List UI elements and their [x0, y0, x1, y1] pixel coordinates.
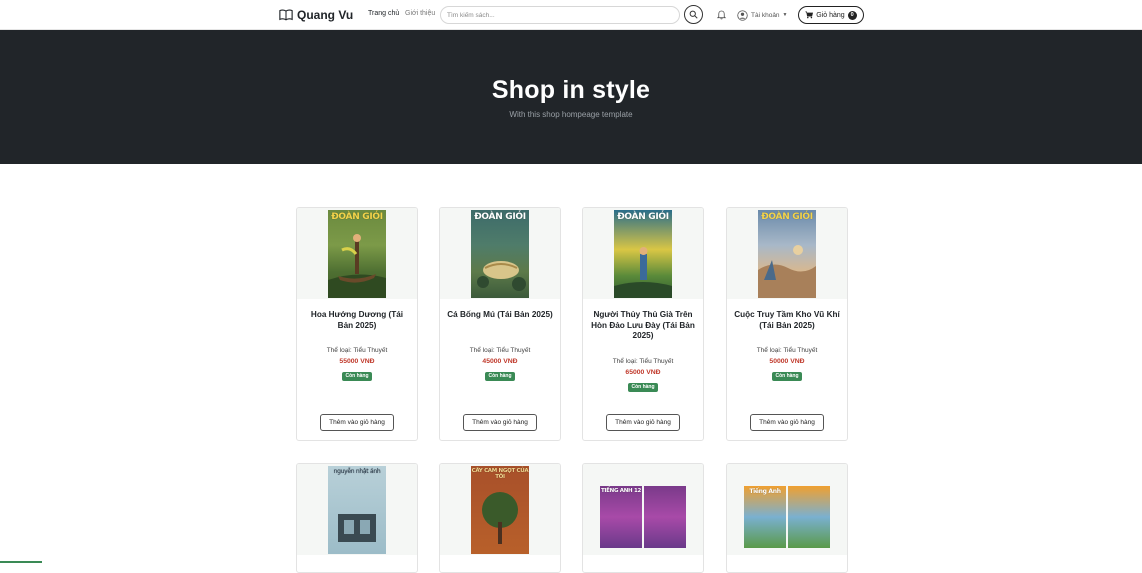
- add-to-cart-button[interactable]: Thêm vào giỏ hàng: [463, 414, 537, 431]
- product-price: 50000 VNĐ: [769, 358, 805, 365]
- product-card: ĐOÀN GIỎI Người Thủy Thủ Già Trên Hòn Đả…: [582, 207, 704, 441]
- product-name[interactable]: Cuộc Truy Tầm Kho Vũ Khí (Tái Bản 2025): [733, 310, 841, 331]
- product-image[interactable]: ĐOÀN GIỎI: [583, 208, 703, 299]
- add-to-cart-button[interactable]: Thêm vào giỏ hàng: [606, 414, 680, 431]
- cart-button[interactable]: Giỏ hàng 0: [798, 6, 864, 24]
- user-circle-icon: [737, 9, 748, 21]
- product-card: CÂY CAM NGỌT CỦA TÔI: [439, 463, 561, 573]
- stock-badge: Còn hàng: [485, 372, 515, 381]
- cart-count-badge: 0: [847, 10, 857, 20]
- product-card: TIẾNG ANH 12: [582, 463, 704, 573]
- stock-badge: Còn hàng: [772, 372, 802, 381]
- nav-link-home[interactable]: Trang chủ: [368, 10, 399, 17]
- chevron-down-icon: ▼: [782, 12, 788, 18]
- product-image[interactable]: TIẾNG ANH 12: [583, 464, 703, 555]
- product-name[interactable]: Người Thủy Thủ Già Trên Hòn Đảo Lưu Đày …: [589, 310, 697, 342]
- top-navbar: Quang Vu Trang chủ Giới thiệu Tài khoản …: [0, 0, 1142, 30]
- product-price: 45000 VNĐ: [482, 358, 518, 365]
- stock-badge: Còn hàng: [628, 383, 658, 392]
- product-image[interactable]: ĐOÀN GIỎI: [440, 208, 560, 299]
- search-input[interactable]: [440, 6, 680, 24]
- cover-masthead: TIẾNG ANH 12: [600, 488, 642, 494]
- product-image[interactable]: nguyễn nhật ánh: [297, 464, 417, 555]
- account-dropdown[interactable]: Tài khoản ▼: [737, 9, 788, 21]
- stock-badge: Còn hàng: [342, 372, 372, 381]
- add-to-cart-button[interactable]: Thêm vào giỏ hàng: [320, 414, 394, 431]
- product-image[interactable]: CÂY CAM NGỌT CỦA TÔI: [440, 464, 560, 555]
- product-card: ĐOÀN GIỎI Cuộc Truy Tầm Kho Vũ Khí (Tái …: [726, 207, 848, 441]
- product-category: Thể loại: Tiểu Thuyết: [469, 347, 531, 354]
- book-icon: [279, 9, 293, 21]
- product-image[interactable]: Tiếng Anh: [727, 464, 847, 555]
- product-card: ĐOÀN GIỎI Cá Bống Mú (Tái Bản 2025) Thể …: [439, 207, 561, 441]
- hero-subtitle: With this shop hompeage template: [509, 110, 633, 119]
- search-icon: [689, 10, 698, 19]
- product-card: ĐOÀN GIỎI Hoa Hướng Dương (Tái Bản 2025)…: [296, 207, 418, 441]
- hero-title: Shop in style: [491, 76, 651, 104]
- product-name[interactable]: Hoa Hướng Dương (Tái Bản 2025): [303, 310, 411, 331]
- product-card: Tiếng Anh: [726, 463, 848, 573]
- product-category: Thể loại: Tiểu Thuyết: [612, 358, 674, 365]
- product-card: nguyễn nhật ánh: [296, 463, 418, 573]
- cart-icon: [805, 11, 814, 19]
- product-image[interactable]: ĐOÀN GIỎI: [727, 208, 847, 299]
- add-to-cart-button[interactable]: Thêm vào giỏ hàng: [750, 414, 824, 431]
- product-category: Thể loại: Tiểu Thuyết: [326, 347, 388, 354]
- cover-masthead: Tiếng Anh: [749, 488, 781, 495]
- brand-name: Quang Vu: [297, 8, 354, 22]
- product-price: 65000 VNĐ: [625, 369, 661, 376]
- nav-link-about[interactable]: Giới thiệu: [405, 10, 435, 17]
- bell-icon[interactable]: [716, 9, 727, 20]
- hero-banner: Shop in style With this shop hompeage te…: [0, 30, 1142, 164]
- search-button[interactable]: [684, 5, 703, 24]
- account-label: Tài khoản: [751, 11, 780, 19]
- product-category: Thể loại: Tiểu Thuyết: [756, 347, 818, 354]
- product-name[interactable]: Cá Bống Mú (Tái Bản 2025): [446, 310, 554, 321]
- product-image[interactable]: ĐOÀN GIỎI: [297, 208, 417, 299]
- brand-link[interactable]: Quang Vu: [279, 7, 353, 23]
- cart-label: Giỏ hàng: [816, 11, 845, 19]
- product-price: 55000 VNĐ: [339, 358, 375, 365]
